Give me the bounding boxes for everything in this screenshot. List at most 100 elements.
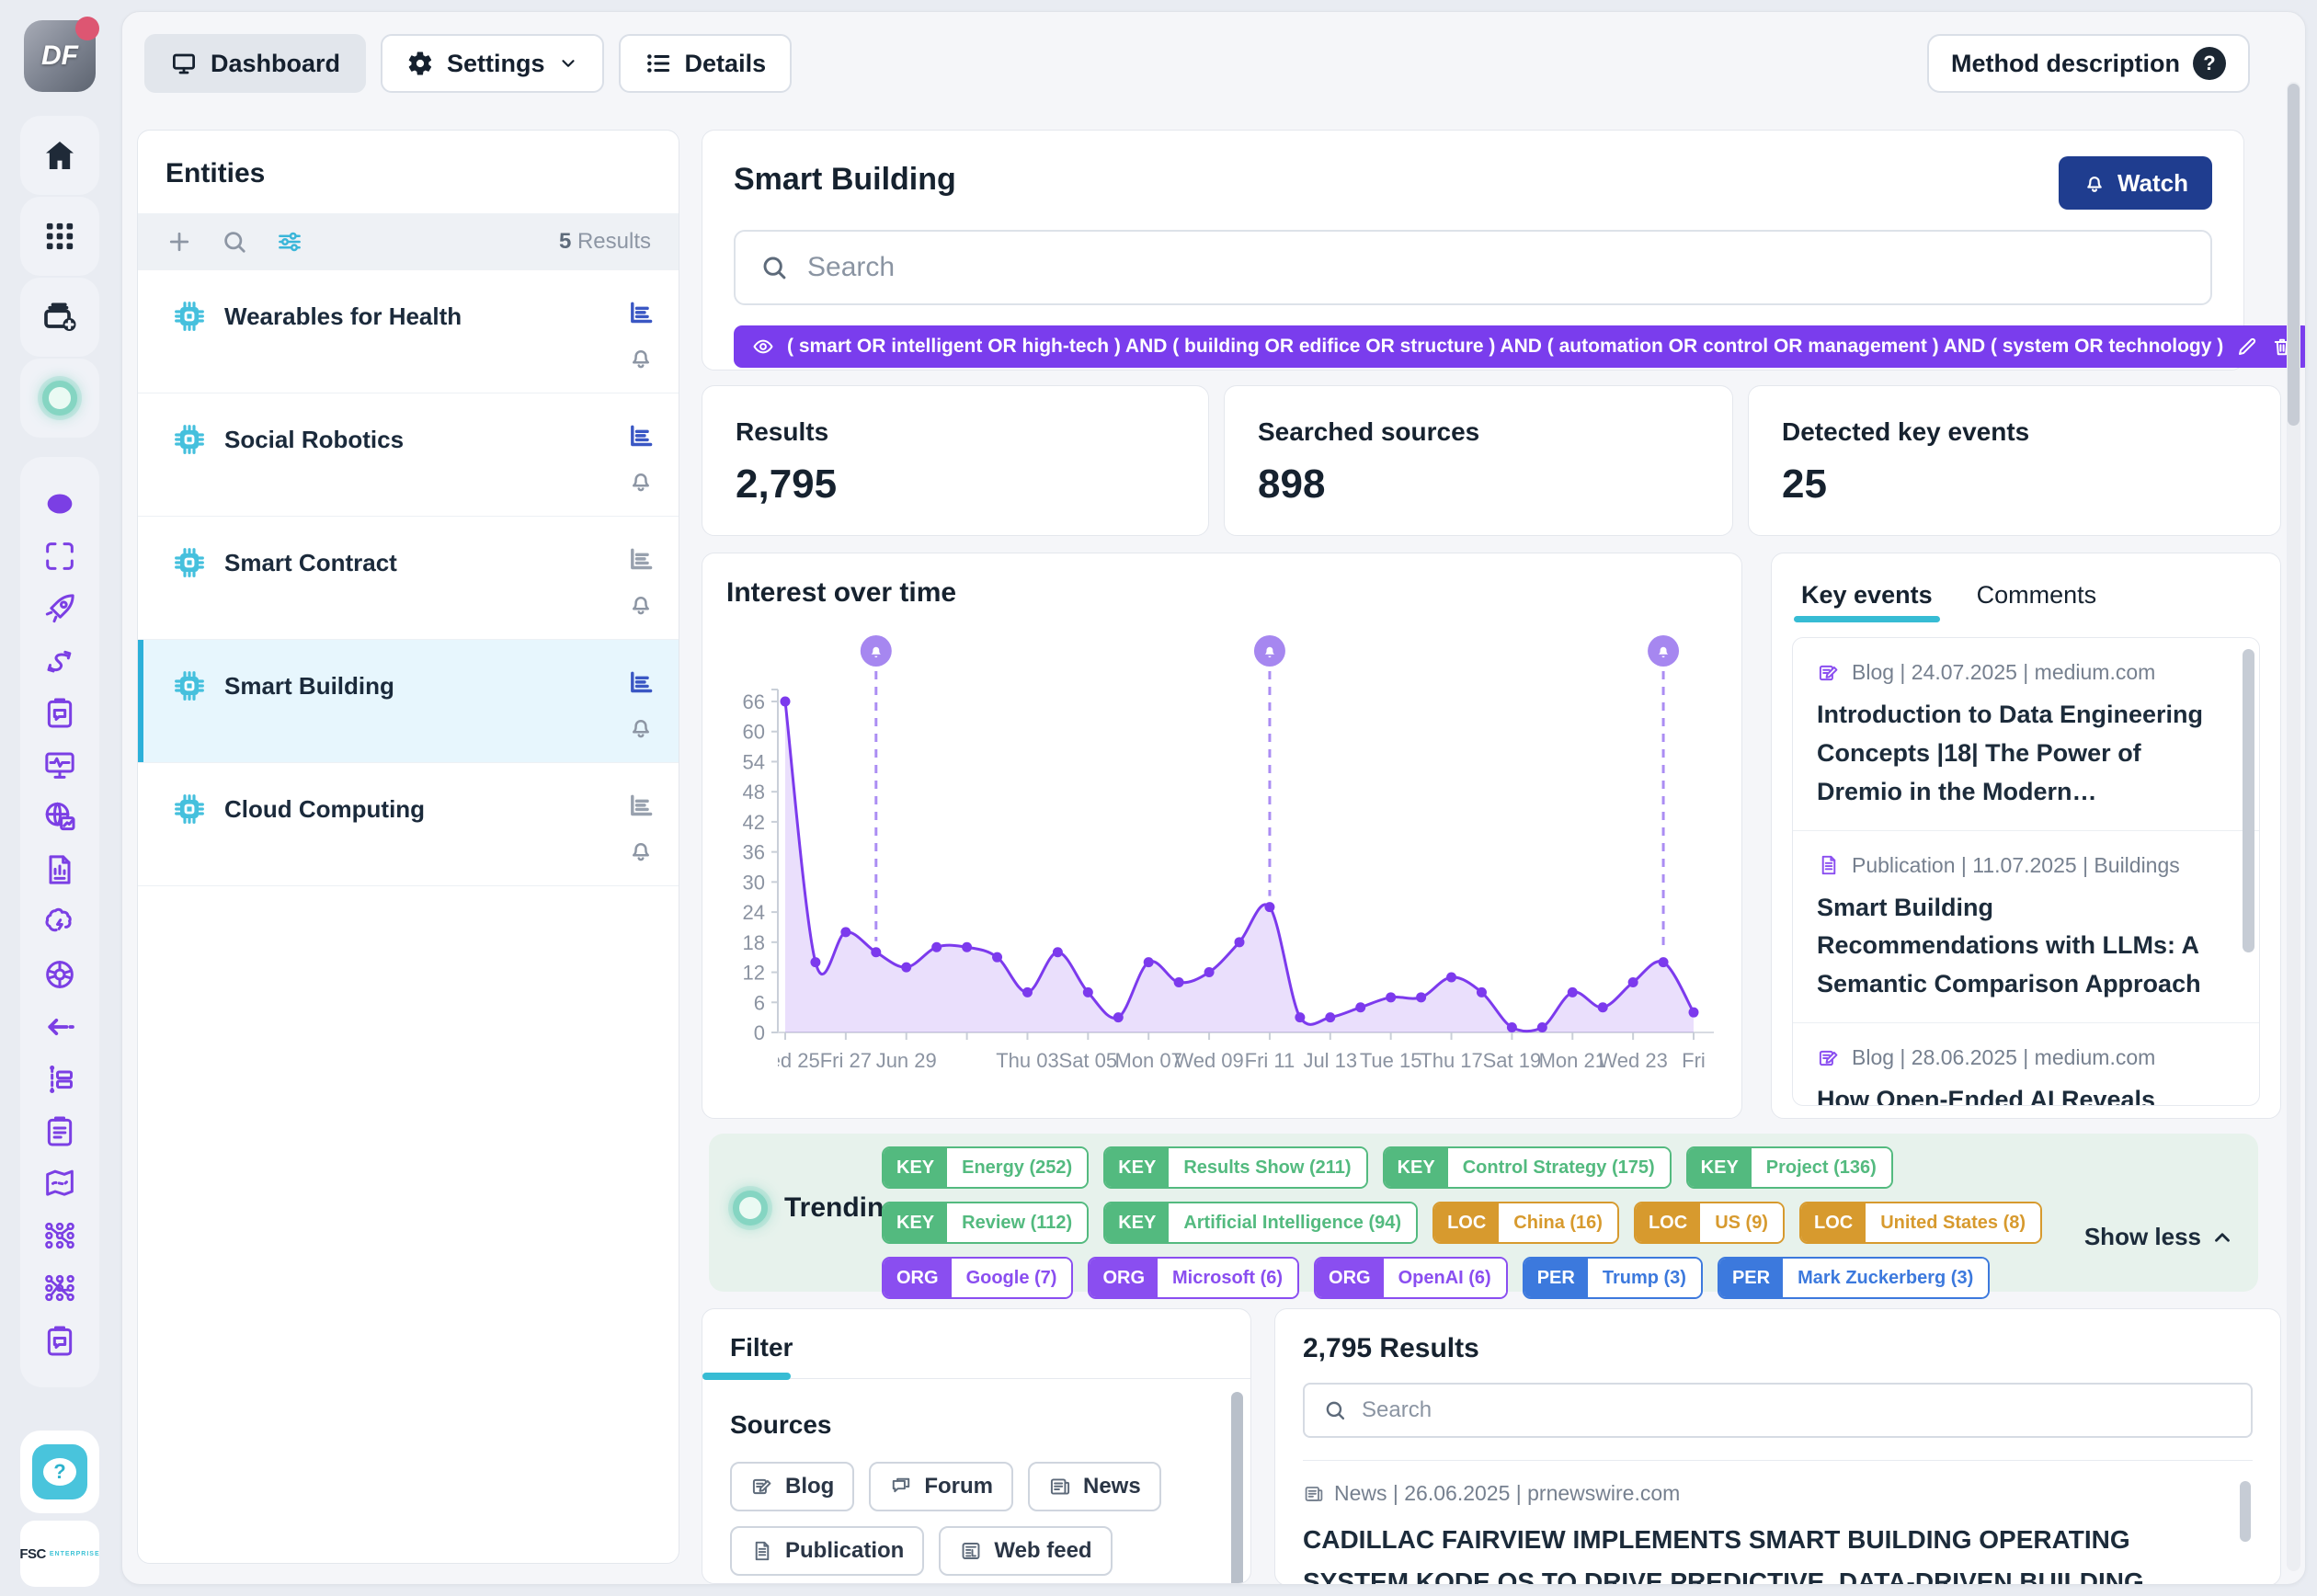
- bar-chart-icon[interactable]: [625, 298, 656, 329]
- rail-pulse-ring-button[interactable]: [20, 359, 99, 438]
- data-point[interactable]: [840, 927, 850, 937]
- data-point[interactable]: [1144, 957, 1154, 967]
- data-point[interactable]: [871, 947, 881, 957]
- filter-tab[interactable]: Filter: [702, 1309, 1250, 1379]
- entity-row[interactable]: Wearables for Health: [138, 270, 679, 393]
- data-point[interactable]: [1537, 1022, 1547, 1032]
- rail-monitor-pulse-button[interactable]: [41, 747, 78, 783]
- data-point[interactable]: [1416, 992, 1426, 1002]
- tab-dashboard[interactable]: Dashboard: [144, 34, 366, 93]
- data-point[interactable]: [1325, 1012, 1335, 1022]
- filter-sliders-icon[interactable]: [276, 228, 303, 256]
- rail-clipboard-button[interactable]: [41, 1112, 78, 1149]
- data-point[interactable]: [1507, 1022, 1517, 1032]
- data-point[interactable]: [1355, 1002, 1365, 1012]
- data-point[interactable]: [1386, 992, 1396, 1002]
- results-scrollbar[interactable]: [2240, 1481, 2251, 1542]
- watch-button[interactable]: Watch: [2059, 156, 2212, 210]
- rail-card-add-button[interactable]: [20, 278, 99, 357]
- page-scrollbar-thumb[interactable]: [2288, 84, 2300, 426]
- method-description-button[interactable]: Method description ?: [1927, 34, 2250, 93]
- tab-details[interactable]: Details: [619, 34, 793, 93]
- data-point[interactable]: [1204, 967, 1215, 977]
- data-point[interactable]: [1174, 977, 1184, 987]
- rail-home-button[interactable]: [20, 116, 99, 195]
- entity-row[interactable]: Smart Contract: [138, 517, 679, 640]
- bell-icon[interactable]: [627, 713, 655, 741]
- data-point[interactable]: [810, 957, 820, 967]
- data-point[interactable]: [1235, 937, 1245, 947]
- bell-icon[interactable]: [627, 590, 655, 618]
- data-point[interactable]: [962, 942, 972, 952]
- key-event-item[interactable]: Blog | 24.07.2025 | medium.comIntroducti…: [1793, 638, 2259, 831]
- rail-globe-chart-button[interactable]: [41, 799, 78, 836]
- trending-tag[interactable]: ORGGoogle (7): [882, 1257, 1073, 1299]
- bell-icon[interactable]: [627, 837, 655, 864]
- page-scrollbar-track[interactable]: [2287, 82, 2300, 1571]
- rail-wheel-button[interactable]: [41, 956, 78, 993]
- rail-map-route-button[interactable]: [41, 1165, 78, 1202]
- tab-key-events[interactable]: Key events: [1799, 576, 1935, 622]
- data-point[interactable]: [1022, 987, 1033, 998]
- key-event-item[interactable]: Blog | 28.06.2025 | medium.comHow Open-E…: [1793, 1023, 2259, 1106]
- entity-row[interactable]: Smart Building: [138, 640, 679, 763]
- data-point[interactable]: [1689, 1008, 1699, 1018]
- data-point[interactable]: [781, 697, 791, 707]
- rail-scan-frame-button[interactable]: [41, 538, 78, 575]
- add-entity-icon[interactable]: [166, 228, 193, 256]
- bar-chart-icon[interactable]: [625, 791, 656, 822]
- rail-tree-list-button[interactable]: [41, 1061, 78, 1098]
- key-events-scrollbar[interactable]: [2243, 649, 2254, 952]
- key-event-marker[interactable]: [861, 635, 892, 667]
- source-filter-blog[interactable]: Blog: [730, 1462, 854, 1511]
- source-filter-web-feed[interactable]: Web feed: [939, 1526, 1112, 1576]
- trending-tag[interactable]: KEYControl Strategy (175): [1383, 1146, 1672, 1189]
- app-logo[interactable]: DF: [24, 20, 96, 92]
- results-search-input[interactable]: [1362, 1397, 2232, 1423]
- show-less-button[interactable]: Show less: [2084, 1223, 2234, 1251]
- trending-tag[interactable]: LOCChina (16): [1432, 1202, 1619, 1244]
- entity-row[interactable]: Cloud Computing: [138, 763, 679, 886]
- data-point[interactable]: [1568, 987, 1578, 998]
- edit-query-icon[interactable]: [2236, 336, 2258, 358]
- source-filter-news[interactable]: News: [1028, 1462, 1161, 1511]
- data-point[interactable]: [1477, 987, 1487, 998]
- key-event-marker[interactable]: [1254, 635, 1285, 667]
- tab-settings[interactable]: Settings: [381, 34, 604, 93]
- rail-report-document-button[interactable]: [41, 851, 78, 888]
- trending-tag[interactable]: KEYEnergy (252): [882, 1146, 1089, 1189]
- key-event-item[interactable]: Publication | 11.07.2025 | BuildingsSmar…: [1793, 831, 2259, 1024]
- data-point[interactable]: [1628, 977, 1638, 987]
- trending-tag[interactable]: ORGMicrosoft (6): [1088, 1257, 1299, 1299]
- bell-icon[interactable]: [627, 467, 655, 495]
- trending-tag[interactable]: KEYReview (112): [882, 1202, 1089, 1244]
- filter-scrollbar[interactable]: [1231, 1392, 1243, 1584]
- rail-ellipse-button[interactable]: [41, 485, 78, 522]
- key-event-marker[interactable]: [1648, 635, 1679, 667]
- entity-search-input[interactable]: [807, 252, 2186, 283]
- query-chip[interactable]: ( smart OR intelligent OR high-tech ) AN…: [734, 325, 2306, 368]
- help-button[interactable]: ?: [20, 1431, 99, 1513]
- data-point[interactable]: [992, 952, 1002, 963]
- data-point[interactable]: [1446, 973, 1456, 983]
- data-point[interactable]: [1053, 947, 1063, 957]
- rail-clipboard-chat-button[interactable]: [41, 694, 78, 731]
- result-item[interactable]: News | 26.06.2025 | prnewswire.comCADILL…: [1303, 1481, 2253, 1585]
- trending-tag[interactable]: KEYProject (136): [1686, 1146, 1893, 1189]
- trending-tag[interactable]: PERMark Zuckerberg (3): [1718, 1257, 1990, 1299]
- trending-tag[interactable]: KEYArtificial Intelligence (94): [1103, 1202, 1418, 1244]
- trending-tag[interactable]: LOCUS (9): [1634, 1202, 1785, 1244]
- rail-clipboard-chat-button[interactable]: [41, 1322, 78, 1359]
- data-point[interactable]: [1659, 957, 1669, 967]
- source-filter-forum[interactable]: Forum: [869, 1462, 1013, 1511]
- trending-tag[interactable]: KEYResults Show (211): [1103, 1146, 1367, 1189]
- eye-icon[interactable]: [752, 336, 774, 358]
- tab-comments[interactable]: Comments: [1975, 576, 2099, 622]
- data-point[interactable]: [1083, 987, 1093, 998]
- data-point[interactable]: [1264, 902, 1274, 912]
- data-point[interactable]: [1598, 1002, 1608, 1012]
- data-point[interactable]: [901, 963, 911, 973]
- rail-rocket-button[interactable]: [41, 590, 78, 627]
- bar-chart-icon[interactable]: [625, 544, 656, 576]
- search-entities-icon[interactable]: [221, 228, 248, 256]
